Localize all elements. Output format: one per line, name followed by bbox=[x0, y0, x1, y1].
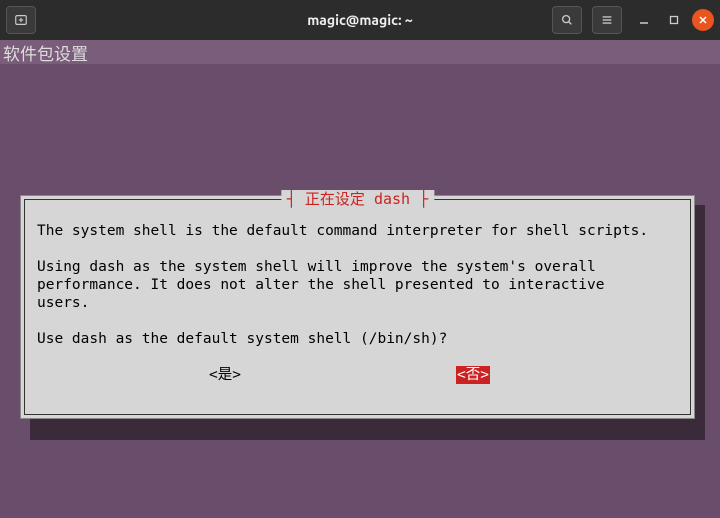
dialog-line: Use dash as the default system shell (/b… bbox=[37, 331, 447, 347]
no-button[interactable]: <否> bbox=[456, 366, 490, 384]
dialog-line: users. bbox=[37, 295, 89, 311]
search-icon bbox=[560, 13, 574, 27]
dialog-line: Using dash as the system shell will impr… bbox=[37, 259, 596, 275]
package-config-header: 软件包设置 bbox=[0, 40, 720, 64]
minimize-icon bbox=[638, 14, 650, 26]
dialog-line: performance. It does not alter the shell… bbox=[37, 277, 604, 293]
titlebar: magic@magic: ~ bbox=[0, 0, 720, 40]
window-title: magic@magic: ~ bbox=[307, 12, 413, 28]
dialog-title: ┤ 正在设定 dash ├ bbox=[281, 190, 434, 208]
close-button[interactable] bbox=[692, 9, 714, 31]
yes-button[interactable]: <是> bbox=[209, 366, 241, 384]
debconf-dialog: ┤ 正在设定 dash ├ The system shell is the de… bbox=[20, 195, 695, 419]
new-tab-icon bbox=[14, 13, 28, 27]
search-button[interactable] bbox=[552, 6, 582, 34]
dialog-line: The system shell is the default command … bbox=[37, 223, 648, 239]
maximize-button[interactable] bbox=[662, 8, 686, 32]
dialog-frame: ┤ 正在设定 dash ├ The system shell is the de… bbox=[24, 199, 691, 415]
dialog-text: The system shell is the default command … bbox=[37, 222, 678, 348]
hamburger-icon bbox=[600, 13, 614, 27]
new-tab-button[interactable] bbox=[6, 6, 36, 34]
terminal-body[interactable]: 软件包设置 ┤ 正在设定 dash ├ The system shell is … bbox=[0, 40, 720, 518]
close-icon bbox=[698, 15, 708, 25]
titlebar-left bbox=[6, 6, 40, 34]
menu-button[interactable] bbox=[592, 6, 622, 34]
minimize-button[interactable] bbox=[632, 8, 656, 32]
titlebar-right bbox=[552, 6, 714, 34]
terminal-window: magic@magic: ~ bbox=[0, 0, 720, 518]
dialog-buttons: <是> <否> bbox=[37, 366, 678, 384]
maximize-icon bbox=[668, 14, 680, 26]
